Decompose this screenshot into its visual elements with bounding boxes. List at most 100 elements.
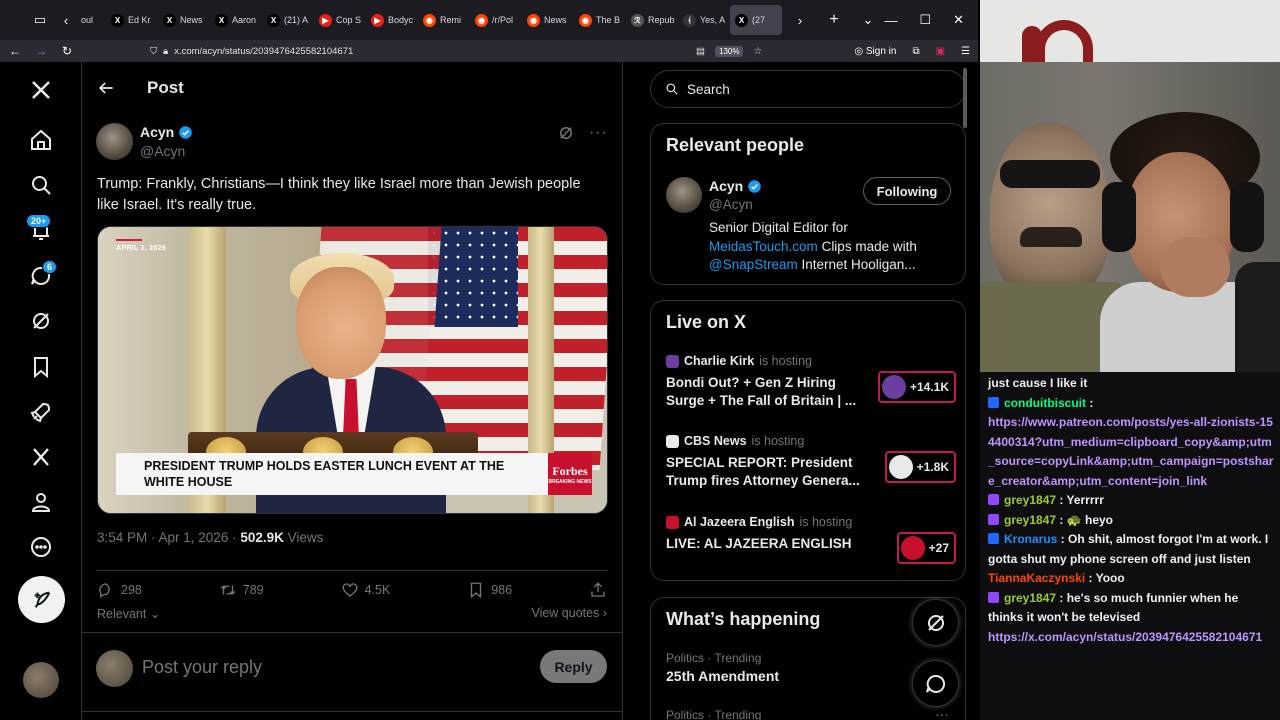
extensions-icon[interactable]: ⧉ (912, 46, 919, 57)
x-premium-icon[interactable] (27, 443, 55, 471)
chat-username[interactable]: TiannaKaczynski (988, 571, 1085, 585)
chat-username[interactable]: conduitbiscuit (1004, 396, 1086, 410)
trend-more-icon[interactable]: ··· (935, 706, 949, 720)
relevant-person-handle[interactable]: @Acyn (709, 197, 753, 212)
browser-tab[interactable]: ◉ News (522, 5, 574, 35)
repost-action[interactable]: 789 (219, 581, 264, 599)
following-button[interactable]: Following (863, 177, 951, 205)
browser-tab[interactable]: ◉ Remi (418, 5, 470, 35)
browser-tab[interactable]: X News (158, 5, 210, 35)
grok-explain-icon[interactable] (557, 124, 575, 142)
chat-bubble-icon (925, 674, 945, 693)
tabs-scroll-right-icon[interactable]: › (790, 10, 810, 30)
heart-icon (342, 582, 357, 597)
url-text[interactable]: x.com/acyn/status/2039476425582104671 (174, 46, 353, 57)
browser-tab[interactable]: ℛ Repub (626, 5, 678, 35)
reload-icon[interactable]: ↻ (56, 40, 78, 62)
author-avatar[interactable] (96, 123, 133, 160)
browser-tab[interactable]: ▶ Cop S (314, 5, 366, 35)
more-options-icon[interactable]: ··· (589, 124, 608, 142)
relevant-person-name-row[interactable]: Acyn (709, 178, 762, 194)
reader-view-icon[interactable]: ▤ (696, 46, 705, 57)
live-space-item[interactable]: Al Jazeera English is hosting LIVE: AL JAZ… (666, 515, 956, 564)
live-listener-count: +14.1K (877, 371, 956, 403)
chat-username[interactable]: grey1847 (1004, 493, 1056, 507)
author-handle[interactable]: @Acyn (140, 143, 185, 159)
sort-dropdown[interactable]: Relevant ⌄ (97, 606, 160, 621)
grok-icon (927, 614, 944, 631)
browser-tab[interactable]: X (21) A (262, 5, 314, 35)
sign-in-button[interactable]: ◎ Sign in (854, 46, 896, 57)
browser-tab[interactable]: X Ed Kr (106, 5, 158, 35)
video-date-tag: APRIL 1, 2026 (116, 239, 167, 252)
messages-fab[interactable] (912, 660, 959, 707)
tab-label: Repub (648, 15, 675, 25)
bookmark-star-icon[interactable]: ☆ (753, 46, 762, 57)
x-logo-icon[interactable] (27, 76, 55, 104)
back-icon[interactable]: ← (4, 40, 26, 62)
author-name[interactable]: Acyn (140, 124, 174, 140)
browser-tab[interactable]: ᚮ Yes, A (678, 5, 730, 35)
browser-tab[interactable]: ◉ /r/Pol (470, 5, 522, 35)
profile-icon[interactable] (27, 488, 55, 516)
author-name-row[interactable]: Acyn (140, 124, 193, 140)
view-quotes-link[interactable]: View quotes › (531, 606, 607, 621)
chat-link[interactable]: https://www.patreon.com/posts/yes-all-zi… (988, 415, 1273, 488)
relevant-people-card: Relevant people Acyn @Acyn Following Sen… (650, 123, 966, 285)
browser-tab[interactable]: ▶ Bodyc (366, 5, 418, 35)
bookmarks-icon[interactable] (27, 353, 55, 381)
minimize-icon[interactable]: — (884, 13, 897, 28)
browser-tab[interactable]: oul (76, 5, 106, 35)
chat-username[interactable]: Kronarus (1004, 532, 1057, 546)
share-action[interactable] (589, 581, 607, 599)
browser-tab[interactable]: ◉ The B (574, 5, 626, 35)
tab-list-chevron-icon[interactable]: ⌄ (858, 10, 878, 30)
shield-icon[interactable]: ⛉ (150, 46, 157, 57)
search-input[interactable]: Search (650, 70, 966, 108)
relevant-person-avatar[interactable] (666, 177, 702, 213)
url-bar[interactable]: ⛉ 🔒︎ x.com/acyn/status/20394764255821046… (150, 42, 770, 60)
bio-link-snapstream[interactable]: @SnapStream (709, 257, 798, 272)
menu-icon[interactable]: ☰ (961, 46, 970, 57)
forward-icon[interactable]: → (30, 40, 52, 62)
compose-post-button[interactable] (18, 576, 65, 623)
premium-rocket-icon[interactable] (27, 398, 55, 426)
tab-overview-icon[interactable]: ▭ (30, 10, 50, 30)
browser-nav-bar: ← → ↻ ⛉ 🔒︎ x.com/acyn/status/20394764255… (0, 40, 978, 62)
post-time[interactable]: 3:54 PM · Apr 1, 2026 · (97, 530, 240, 545)
chat-username[interactable]: grey1847 (1004, 591, 1056, 605)
account-avatar[interactable] (23, 662, 59, 698)
relevant-person-name[interactable]: Acyn (709, 178, 743, 194)
bookmark-action[interactable]: 986 (467, 581, 512, 599)
streamer-hand (1160, 237, 1230, 297)
like-action[interactable]: 4.5K (341, 581, 390, 599)
chat-username[interactable]: grey1847 (1004, 513, 1056, 527)
tab-favicon-icon: X (111, 13, 124, 27)
extension-red-icon[interactable]: ▣ (936, 46, 945, 57)
browser-tab[interactable]: X (27 (730, 5, 782, 35)
grok-icon[interactable] (27, 307, 55, 335)
chat-badge-icon (988, 513, 999, 525)
close-window-icon[interactable]: ✕ (953, 12, 964, 28)
bio-link-meidastouch[interactable]: MeidasTouch.com (709, 239, 818, 254)
explore-search-icon[interactable] (27, 171, 55, 199)
grok-fab[interactable] (912, 599, 959, 646)
reply-input[interactable]: Post your reply (142, 657, 262, 678)
zoom-level[interactable]: 130% (715, 45, 744, 57)
browser-tab[interactable]: X Aaron (210, 5, 262, 35)
scrollbar[interactable] (963, 68, 967, 128)
more-circle-icon[interactable] (27, 533, 55, 561)
chat-link[interactable]: https://x.com/acyn/status/20394764255821… (988, 630, 1262, 644)
reply-button[interactable]: Reply (540, 650, 607, 683)
post-video[interactable]: APRIL 1, 2026 PRESIDENT TRUMP HOLDS EAST… (97, 226, 608, 514)
new-tab-icon[interactable]: + (824, 10, 844, 30)
reply-action[interactable]: 298 (97, 581, 142, 599)
tabs-scroll-left-icon[interactable]: ‹ (56, 10, 76, 30)
maximize-icon[interactable]: ☐ (919, 12, 931, 28)
repost-icon (220, 584, 236, 595)
home-icon[interactable] (27, 126, 55, 154)
live-space-item[interactable]: Charlie Kirk is hosting Bondi Out? + Gen Z… (666, 354, 956, 410)
back-arrow-icon[interactable] (96, 78, 116, 98)
live-space-item[interactable]: CBS News is hosting SPECIAL REPORT: Presid… (666, 434, 956, 490)
trend-item[interactable]: Politics · Trending (666, 708, 956, 720)
